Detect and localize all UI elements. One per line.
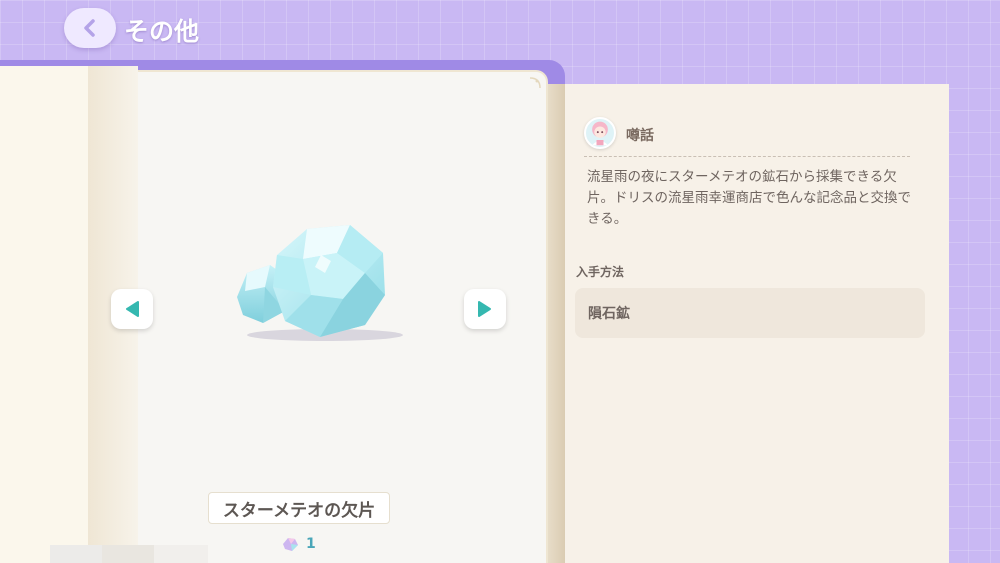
- chevron-left-icon: [84, 19, 95, 37]
- crystal-icon: [237, 225, 403, 341]
- divider: [584, 156, 910, 157]
- left-page: [0, 66, 88, 563]
- item-description: 流星雨の夜にスターメテオの鉱石から採集できる欠片。ドリスの流星雨幸運商店で色んな…: [587, 169, 911, 227]
- item-count-value: 1: [306, 536, 316, 552]
- gem-icon: [283, 538, 298, 551]
- acquire-heading: 入手方法: [576, 265, 625, 279]
- character-avatar-icon: [592, 121, 608, 146]
- bottom-tabs: [50, 545, 208, 563]
- triangle-right-icon: [478, 301, 491, 317]
- rumor-heading: 噂話: [626, 128, 654, 144]
- acquire-method-label: 隕石鉱: [588, 306, 630, 322]
- next-item-button[interactable]: [464, 289, 506, 329]
- item-count: 1: [280, 535, 316, 553]
- item-name: スターメテオの欠片: [208, 492, 390, 524]
- prev-item-button[interactable]: [111, 289, 153, 329]
- page-title: その他: [124, 17, 200, 46]
- corner-ornament-icon: [529, 77, 541, 89]
- back-button[interactable]: [64, 8, 116, 48]
- triangle-left-icon: [126, 301, 139, 317]
- avatar: [584, 117, 616, 149]
- acquire-method: 隕石鉱: [575, 288, 925, 338]
- item-image: [225, 215, 415, 350]
